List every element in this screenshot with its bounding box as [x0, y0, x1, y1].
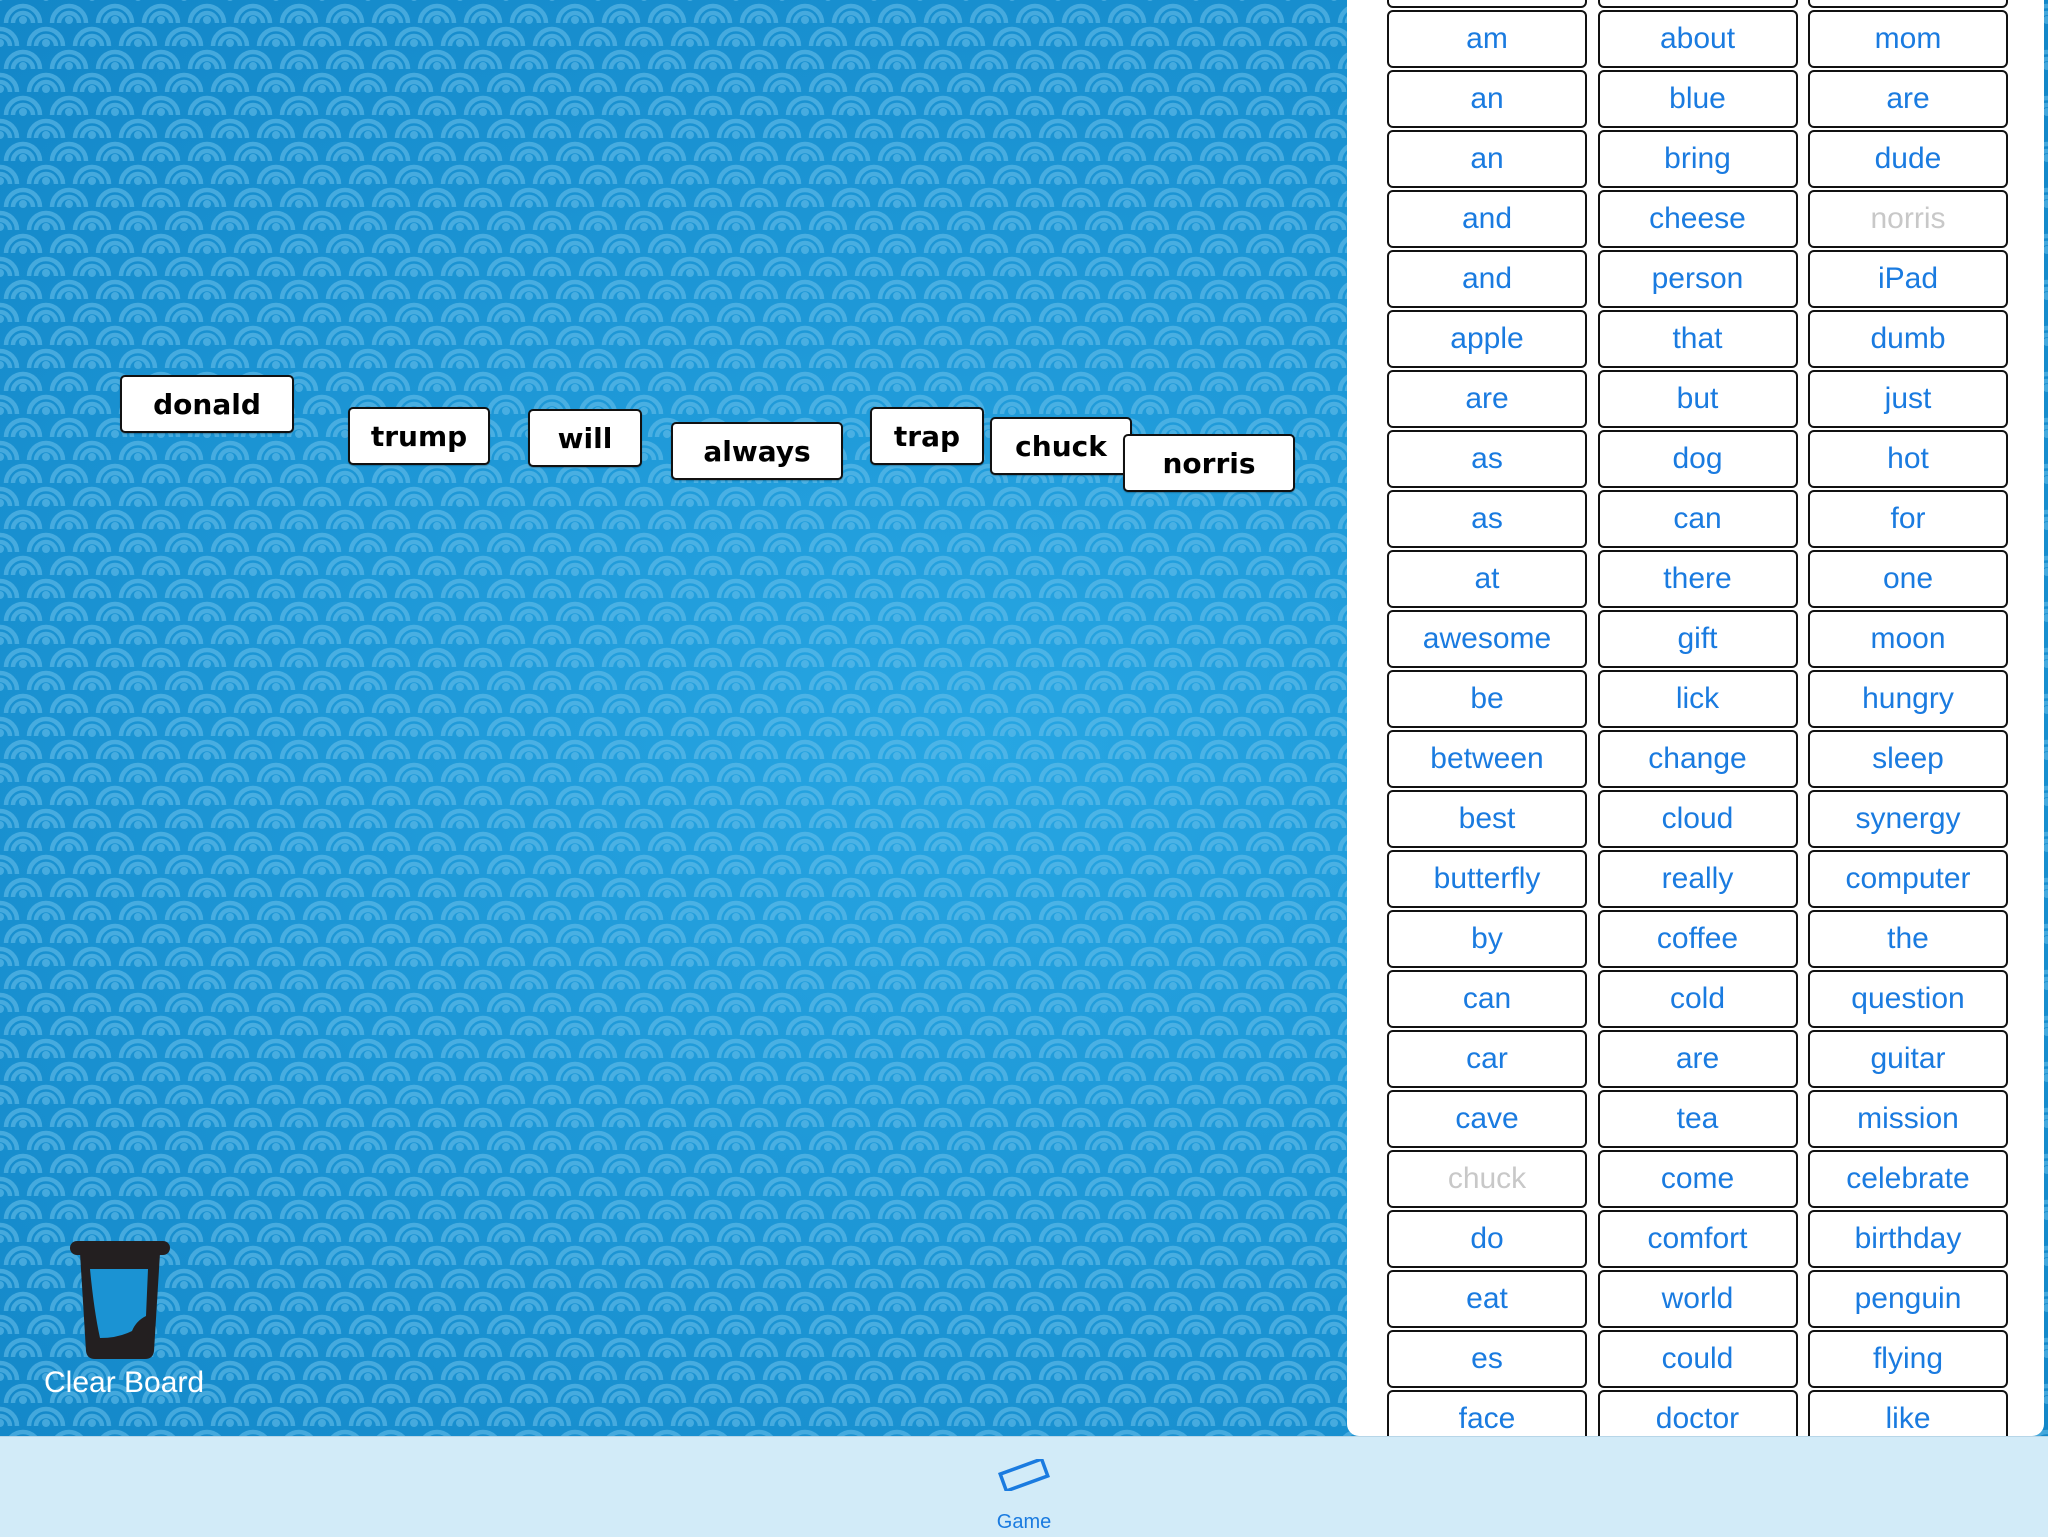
word-button-about[interactable]: about	[1597, 10, 1798, 68]
word-button-just[interactable]: just	[1808, 370, 2008, 428]
word-button-partial[interactable]	[1387, 0, 1587, 8]
word-button-change[interactable]: change	[1597, 730, 1798, 788]
word-button-hot[interactable]: hot	[1808, 430, 2008, 488]
clear-board-label: Clear Board	[44, 1366, 205, 1399]
word-button-penguin[interactable]: penguin	[1808, 1270, 2008, 1328]
word-button-could[interactable]: could	[1597, 1330, 1798, 1388]
trash-can-icon	[70, 1241, 170, 1359]
word-button-eat[interactable]: eat	[1387, 1270, 1587, 1328]
word-button-can[interactable]: can	[1597, 490, 1798, 548]
word-bank-grid: am about mom an blue are an bring dude and cheese n…	[1387, 0, 2008, 1436]
word-button-cheese[interactable]: cheese	[1597, 190, 1798, 248]
word-button-mission[interactable]: mission	[1808, 1090, 2008, 1148]
word-button-one[interactable]: one	[1808, 550, 2008, 608]
word-button-dog[interactable]: dog	[1597, 430, 1798, 488]
word-button-dude[interactable]: dude	[1808, 130, 2008, 188]
tab-game-label: Game	[996, 1511, 1052, 1533]
word-button-tea[interactable]: tea	[1597, 1090, 1798, 1148]
word-button-come[interactable]: come	[1597, 1150, 1798, 1208]
tab-bar: Game	[0, 1436, 2048, 1537]
word-tile-will[interactable]: will	[528, 409, 642, 467]
word-button-sleep[interactable]: sleep	[1808, 730, 2008, 788]
word-button-like[interactable]: like	[1808, 1390, 2008, 1436]
word-tile-always[interactable]: always	[671, 422, 843, 480]
word-button-lick[interactable]: lick	[1597, 670, 1798, 728]
word-button-apple[interactable]: apple	[1387, 310, 1587, 368]
word-button-am[interactable]: am	[1387, 10, 1587, 68]
word-button-coffee[interactable]: coffee	[1597, 910, 1798, 968]
word-tile-norris[interactable]: norris	[1123, 434, 1295, 492]
word-button-and[interactable]: and	[1387, 190, 1587, 248]
word-button-blue[interactable]: blue	[1597, 70, 1798, 128]
word-button-chuck[interactable]: chuck	[1387, 1150, 1587, 1208]
word-button-best[interactable]: best	[1387, 790, 1587, 848]
word-button-computer[interactable]: computer	[1808, 850, 2008, 908]
word-button-the[interactable]: the	[1808, 910, 2008, 968]
word-button-moon[interactable]: moon	[1808, 610, 2008, 668]
word-button-really[interactable]: really	[1597, 850, 1798, 908]
word-button-can[interactable]: can	[1387, 970, 1587, 1028]
word-button-between[interactable]: between	[1387, 730, 1587, 788]
word-button-birthday[interactable]: birthday	[1808, 1210, 2008, 1268]
word-button-partial[interactable]	[1597, 0, 1798, 8]
word-button-for[interactable]: for	[1808, 490, 2008, 548]
word-button-question[interactable]: question	[1808, 970, 2008, 1028]
clear-board-button[interactable]: Clear Board	[40, 1238, 210, 1408]
word-button-butterfly[interactable]: butterfly	[1387, 850, 1587, 908]
word-tile-trump[interactable]: trump	[348, 407, 490, 465]
word-button-are[interactable]: are	[1597, 1030, 1798, 1088]
word-button-that[interactable]: that	[1597, 310, 1798, 368]
word-button-cold[interactable]: cold	[1597, 970, 1798, 1028]
word-button-es[interactable]: es	[1387, 1330, 1587, 1388]
word-button-awesome[interactable]: awesome	[1387, 610, 1587, 668]
word-button-dumb[interactable]: dumb	[1808, 310, 2008, 368]
word-button-doctor[interactable]: doctor	[1597, 1390, 1798, 1436]
word-button-gift[interactable]: gift	[1597, 610, 1798, 668]
word-tile-trap[interactable]: trap	[870, 407, 984, 465]
word-button-person[interactable]: person	[1597, 250, 1798, 308]
word-button-comfort[interactable]: comfort	[1597, 1210, 1798, 1268]
word-button-as[interactable]: as	[1387, 430, 1587, 488]
word-button-synergy[interactable]: synergy	[1808, 790, 2008, 848]
word-button-are[interactable]: are	[1808, 70, 2008, 128]
word-button-world[interactable]: world	[1597, 1270, 1798, 1328]
word-tile-donald[interactable]: donald	[120, 375, 294, 433]
word-button-an[interactable]: an	[1387, 130, 1587, 188]
word-button-guitar[interactable]: guitar	[1808, 1030, 2008, 1088]
word-button-flying[interactable]: flying	[1808, 1330, 2008, 1388]
word-button-norris[interactable]: norris	[1808, 190, 2008, 248]
word-button-bring[interactable]: bring	[1597, 130, 1798, 188]
word-button-but[interactable]: but	[1597, 370, 1798, 428]
word-button-do[interactable]: do	[1387, 1210, 1587, 1268]
game-tile-icon	[998, 1459, 1050, 1491]
word-button-at[interactable]: at	[1387, 550, 1587, 608]
word-button-mom[interactable]: mom	[1808, 10, 2008, 68]
word-button-cloud[interactable]: cloud	[1597, 790, 1798, 848]
word-button-are[interactable]: are	[1387, 370, 1587, 428]
word-button-car[interactable]: car	[1387, 1030, 1587, 1088]
word-bank-panel[interactable]: am about mom an blue are an bring dude and cheese n…	[1347, 0, 2044, 1436]
word-button-hungry[interactable]: hungry	[1808, 670, 2008, 728]
word-tile-chuck[interactable]: chuck	[990, 417, 1132, 475]
word-button-by[interactable]: by	[1387, 910, 1587, 968]
word-button-iPad[interactable]: iPad	[1808, 250, 2008, 308]
word-button-be[interactable]: be	[1387, 670, 1587, 728]
word-button-an[interactable]: an	[1387, 70, 1587, 128]
word-button-partial[interactable]	[1808, 0, 2008, 8]
word-button-cave[interactable]: cave	[1387, 1090, 1587, 1148]
tab-game[interactable]: Game	[974, 1445, 1074, 1533]
word-button-there[interactable]: there	[1597, 550, 1798, 608]
word-button-celebrate[interactable]: celebrate	[1808, 1150, 2008, 1208]
word-button-as[interactable]: as	[1387, 490, 1587, 548]
word-button-and[interactable]: and	[1387, 250, 1587, 308]
word-button-face[interactable]: face	[1387, 1390, 1587, 1436]
